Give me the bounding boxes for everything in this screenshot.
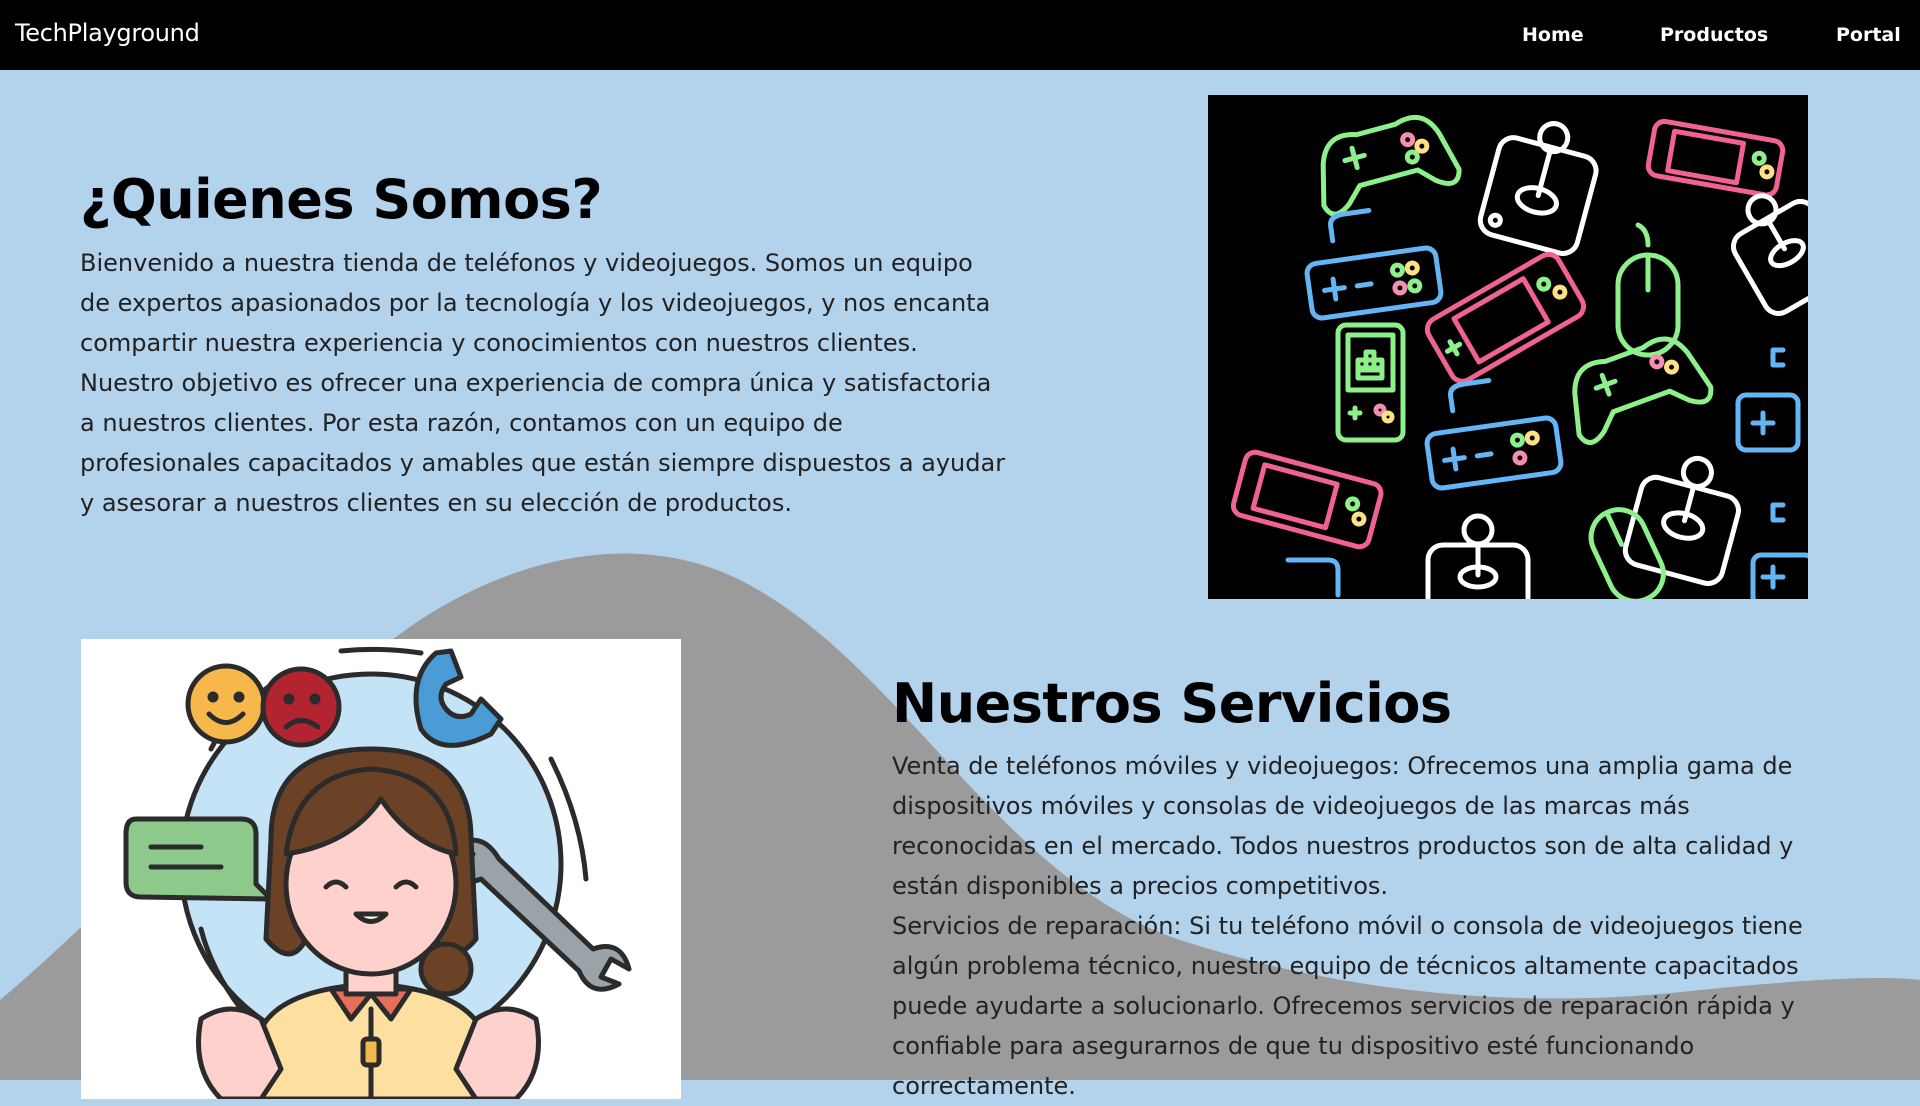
nav-link-productos[interactable]: Productos (1660, 24, 1768, 46)
nav-link-home[interactable]: Home (1522, 24, 1584, 46)
about-text: Bienvenido a nuestra tienda de teléfonos… (80, 249, 1006, 517)
about-title: ¿Quienes Somos? (80, 168, 603, 231)
customer-support-icon (123, 646, 632, 1099)
services-paragraph-repair: Servicios de reparación: Si tu teléfono … (892, 912, 1803, 1100)
nav-link-portal[interactable]: Portal (1836, 24, 1901, 46)
navbar: TechPlayground Home Productos Portal (0, 0, 1920, 70)
services-paragraph-sales: Venta de teléfonos móviles y videojuegos… (892, 752, 1794, 900)
services-text: Venta de teléfonos móviles y videojuegos… (892, 746, 1822, 1106)
support-image (81, 639, 681, 1099)
games-image (1208, 95, 1808, 599)
neon-controllers-icon (1230, 114, 1808, 599)
brand-link[interactable]: TechPlayground (15, 19, 200, 47)
services-title: Nuestros Servicios (892, 672, 1452, 735)
